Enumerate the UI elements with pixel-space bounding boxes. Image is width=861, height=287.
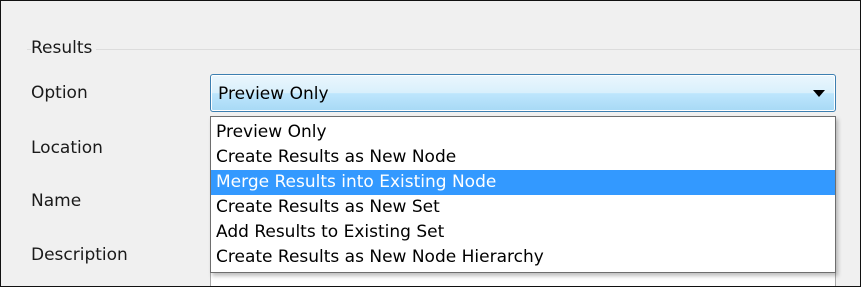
results-group-border — [27, 49, 860, 50]
dropdown-item-preview-only[interactable]: Preview Only — [211, 120, 835, 145]
dropdown-arrow-icon[interactable] — [813, 90, 825, 97]
option-label: Option — [31, 83, 88, 103]
option-combobox[interactable]: Preview Only — [210, 74, 836, 112]
dropdown-item-create-results-as-new-node-hierarchy[interactable]: Create Results as New Node Hierarchy — [211, 245, 835, 270]
option-combobox-value: Preview Only — [218, 84, 329, 104]
description-label: Description — [31, 245, 128, 265]
dropdown-item-create-results-as-new-node[interactable]: Create Results as New Node — [211, 145, 835, 170]
location-label: Location — [31, 138, 103, 158]
dropdown-item-merge-results-into-existing-node[interactable]: Merge Results into Existing Node — [211, 170, 835, 195]
name-label: Name — [31, 191, 82, 211]
results-group-title: Results — [31, 38, 97, 58]
results-panel: Results Option Location Name Description… — [0, 0, 861, 287]
dropdown-item-create-results-as-new-set[interactable]: Create Results as New Set — [211, 195, 835, 220]
dropdown-item-add-results-to-existing-set[interactable]: Add Results to Existing Set — [211, 220, 835, 245]
option-dropdown-list: Preview Only Create Results as New Node … — [210, 116, 836, 273]
